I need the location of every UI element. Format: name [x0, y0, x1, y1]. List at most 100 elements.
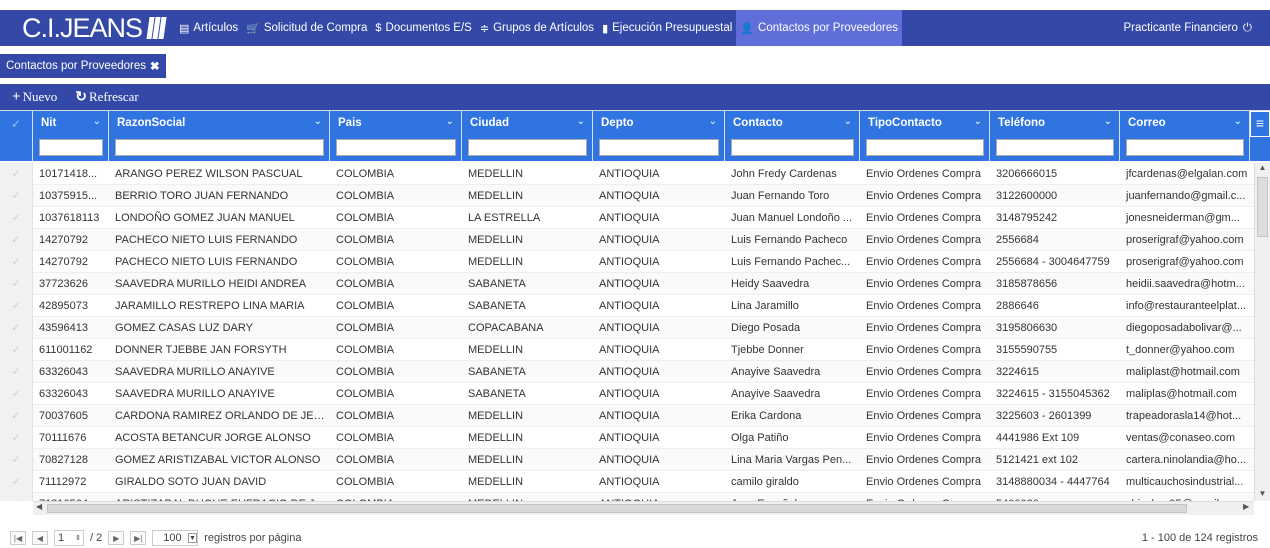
- row-checkbox[interactable]: ✓: [0, 185, 33, 207]
- close-icon[interactable]: ✖: [150, 59, 160, 73]
- column-filter-input[interactable]: [996, 139, 1114, 156]
- table-row[interactable]: ✓71310564ARISTIZABAL DUQUE EUFRACIO DE J…: [0, 493, 1254, 501]
- row-checkbox[interactable]: ✓: [0, 427, 33, 449]
- column-header-nit[interactable]: Nit ⌄: [33, 111, 109, 161]
- next-page-icon[interactable]: ▶: [108, 531, 125, 545]
- chevron-down-icon[interactable]: ⌄: [1234, 116, 1242, 127]
- cell-depto: ANTIOQUIA: [599, 344, 660, 356]
- cell-tipocontacto: Envio Ordenes Compra: [866, 432, 981, 444]
- chevron-down-icon[interactable]: ⌄: [577, 116, 585, 127]
- new-button[interactable]: + Nuevo: [12, 89, 57, 106]
- table-row[interactable]: ✓ 63326043 SAAVEDRA MURILLO ANAYIVE COLOMBI…: [0, 361, 1254, 383]
- column-header-depto[interactable]: Depto ⌄: [593, 111, 725, 161]
- table-row[interactable]: ✓ 37723626 SAAVEDRA MURILLO HEIDI ANDREA CO…: [0, 273, 1254, 295]
- chevron-down-icon[interactable]: ⌄: [974, 116, 982, 127]
- table-row[interactable]: ✓ 10375915... BERRIO TORO JUAN FERNANDO COL…: [0, 185, 1254, 207]
- table-row[interactable]: ✓ 1037618113 LONDOÑO GOMEZ JUAN MANUEL COLO…: [0, 207, 1254, 229]
- tab-contactos-proveedores[interactable]: Contactos por Proveedores ✖: [0, 54, 166, 78]
- row-checkbox[interactable]: ✓: [0, 295, 33, 317]
- nav-item-5[interactable]: ▮ Ejecución Presupuestal: [598, 10, 736, 46]
- cell-razonsocial: JARAMILLO RESTREPO LINA MARIA: [115, 300, 305, 312]
- refresh-button[interactable]: ↻ Refrescar: [75, 89, 139, 106]
- horizontal-scroll-thumb[interactable]: [47, 504, 1187, 513]
- pages-label: / 2: [90, 532, 103, 544]
- last-page-icon[interactable]: ▶|: [130, 531, 147, 545]
- chevron-down-icon[interactable]: ⌄: [1104, 116, 1112, 127]
- nav-item-6[interactable]: 👤 Contactos por Proveedores: [736, 10, 903, 46]
- spinner-icon[interactable]: ⇕: [75, 534, 81, 542]
- column-header-razonsocial[interactable]: RazonSocial ⌄: [109, 111, 330, 161]
- row-checkbox[interactable]: ✓: [0, 383, 33, 405]
- table-row[interactable]: ✓ 14270792 PACHECO NIETO LUIS FERNANDO COLO…: [0, 229, 1254, 251]
- scroll-left-icon[interactable]: ◀: [36, 502, 42, 511]
- page-input[interactable]: 1 ⇕: [54, 530, 84, 546]
- cell-razonsocial: SAAVEDRA MURILLO HEIDI ANDREA: [115, 278, 307, 290]
- table-row[interactable]: ✓ 70827128 GOMEZ ARISTIZABAL VICTOR ALONSO…: [0, 449, 1254, 471]
- row-checkbox[interactable]: ✓: [0, 207, 33, 229]
- column-header-correo[interactable]: Correo ⌄: [1120, 111, 1250, 161]
- table-row[interactable]: ✓ 70037605 CARDONA RAMIREZ ORLANDO DE JESU…: [0, 405, 1254, 427]
- row-checkbox[interactable]: ✓: [0, 163, 33, 185]
- column-filter-input[interactable]: [731, 139, 854, 156]
- column-header-tipocontacto[interactable]: TipoContacto ⌄: [860, 111, 990, 161]
- vertical-scrollbar[interactable]: ▲ ▼: [1254, 163, 1270, 501]
- table-row[interactable]: ✓ 63326043 SAAVEDRA MURILLO ANAYIVE COLOMBI…: [0, 383, 1254, 405]
- prev-page-icon[interactable]: ◀: [32, 531, 48, 545]
- horizontal-scrollbar[interactable]: ◀ ▶: [33, 501, 1254, 515]
- row-checkbox[interactable]: ✓: [0, 229, 33, 251]
- table-row[interactable]: ✓ 70111676 ACOSTA BETANCUR JORGE ALONSO COL…: [0, 427, 1254, 449]
- chevron-down-icon[interactable]: ⌄: [709, 116, 717, 127]
- scroll-right-icon[interactable]: ▶: [1243, 502, 1249, 511]
- vertical-scroll-thumb[interactable]: [1257, 177, 1268, 237]
- column-filter-input[interactable]: [866, 139, 984, 156]
- table-row[interactable]: ✓ 42895073 JARAMILLO RESTREPO LINA MARIA CO…: [0, 295, 1254, 317]
- cell-razonsocial: ACOSTA BETANCUR JORGE ALONSO: [115, 432, 311, 444]
- column-header-teléfono[interactable]: Teléfono ⌄: [990, 111, 1120, 161]
- nav-item-2[interactable]: 🛒 Solicitud de Compra: [242, 10, 371, 46]
- row-checkbox[interactable]: ✓: [0, 449, 33, 471]
- power-icon[interactable]: ⏻: [1243, 22, 1252, 35]
- brand-logo[interactable]: C.I.JEANS: [0, 10, 175, 46]
- nav-item-1[interactable]: ▤ Artículos: [175, 10, 242, 46]
- row-checkbox[interactable]: ✓: [0, 493, 33, 501]
- chevron-down-icon[interactable]: ⌄: [844, 116, 852, 127]
- first-page-icon[interactable]: |◀: [10, 531, 26, 545]
- chevron-down-icon[interactable]: ⌄: [314, 116, 322, 127]
- cell-depto: ANTIOQUIA: [599, 212, 660, 224]
- table-row[interactable]: ✓ 611001162 DONNER TJEBBE JAN FORSYTH COLOM…: [0, 339, 1254, 361]
- column-filter-input[interactable]: [336, 139, 456, 156]
- column-header-pais[interactable]: Pais ⌄: [330, 111, 462, 161]
- nav-item-3[interactable]: $ Documentos E/S: [371, 10, 475, 46]
- scroll-up-icon[interactable]: ▲: [1255, 163, 1270, 172]
- table-row[interactable]: ✓ 10171418... ARANGO PEREZ WILSON PASCUAL C…: [0, 163, 1254, 185]
- user-menu[interactable]: Practicante Financiero ⏻: [1123, 22, 1270, 35]
- row-checkbox[interactable]: ✓: [0, 405, 33, 427]
- cell-correo: proserigraf@yahoo.com: [1126, 256, 1244, 268]
- column-header-contacto[interactable]: Contacto ⌄: [725, 111, 860, 161]
- table-row[interactable]: ✓ 14270792 PACHECO NIETO LUIS FERNANDO COLO…: [0, 251, 1254, 273]
- column-filter-input[interactable]: [39, 139, 103, 156]
- row-checkbox[interactable]: ✓: [0, 339, 33, 361]
- row-checkbox[interactable]: ✓: [0, 317, 33, 339]
- nav-item-4[interactable]: ≑ Grupos de Artículos: [476, 10, 598, 46]
- column-filter-input[interactable]: [599, 139, 719, 156]
- column-filter-input[interactable]: [115, 139, 324, 156]
- row-checkbox[interactable]: ✓: [0, 251, 33, 273]
- select-all-checkbox[interactable]: ✓: [0, 111, 33, 161]
- scroll-down-icon[interactable]: ▼: [1255, 489, 1270, 498]
- column-filter-input[interactable]: [1126, 139, 1244, 156]
- row-checkbox[interactable]: ✓: [0, 273, 33, 295]
- chevron-down-icon[interactable]: ⌄: [93, 116, 101, 127]
- column-header-ciudad[interactable]: Ciudad ⌄: [462, 111, 593, 161]
- table-row[interactable]: ✓ 43596413 GOMEZ CASAS LUZ DARY COLOMBIA COP…: [0, 317, 1254, 339]
- column-menu-icon[interactable]: ≡: [1250, 111, 1270, 137]
- cell-contacto: Erika Cardona: [731, 410, 802, 422]
- row-checkbox[interactable]: ✓: [0, 361, 33, 383]
- chevron-down-icon[interactable]: ⌄: [446, 116, 454, 127]
- cell-contacto: Juan Manuel Londoño ...: [731, 212, 853, 224]
- logo-text: C.I.JEANS: [22, 13, 143, 43]
- row-checkbox[interactable]: ✓: [0, 471, 33, 493]
- table-row[interactable]: ✓ 71112972 GIRALDO SOTO JUAN DAVID COLOMBIA…: [0, 471, 1254, 493]
- page-size-select[interactable]: 100 ▼: [152, 530, 199, 546]
- column-filter-input[interactable]: [468, 139, 587, 156]
